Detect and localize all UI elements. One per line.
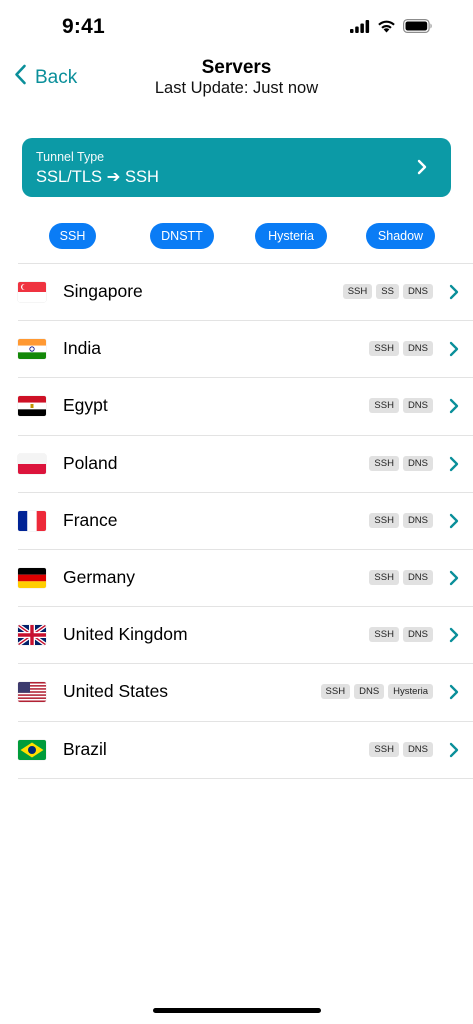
server-list: Singapore SSH SS DNS India SSH DNS Egypt… — [18, 263, 473, 779]
protocol-tag: SSH — [369, 741, 399, 757]
pl-flag-icon — [18, 453, 46, 474]
country-name: United States — [63, 681, 169, 702]
sg-flag-icon — [18, 282, 46, 302]
chevron-right-icon — [449, 284, 459, 305]
chevron-right-icon — [449, 398, 459, 419]
chevron-right-icon — [449, 456, 459, 477]
protocol-tag: SSH — [369, 512, 399, 528]
protocol-tag: DNS — [354, 684, 385, 700]
gb-flag-icon — [18, 625, 46, 646]
cellular-signal-icon — [350, 19, 370, 33]
tunnel-type-value: SSL/TLS ➔ SSH — [36, 168, 159, 186]
server-row-singapore[interactable]: Singapore SSH SS DNS — [18, 264, 473, 322]
protocol-tag: SSH — [369, 455, 399, 471]
chevron-right-icon — [449, 742, 459, 763]
eg-flag-icon — [18, 396, 46, 417]
server-row-india[interactable]: India SSH DNS — [18, 321, 473, 379]
chevron-right-icon — [449, 513, 459, 534]
protocol-tag: DNS — [402, 627, 433, 643]
protocol-tag: SSH — [320, 684, 351, 700]
protocol-tag: SSH — [342, 284, 373, 299]
status-time: 9:41 — [62, 15, 105, 38]
protocol-tag: DNS — [402, 398, 433, 414]
us-flag-icon — [18, 682, 46, 703]
last-update-text: Last Update: Just now — [154, 79, 319, 97]
protocol-tag: DNS — [402, 512, 433, 528]
tunnel-type-selector[interactable]: Tunnel Type SSL/TLS ➔ SSH — [22, 138, 451, 197]
protocol-tag: SS — [376, 284, 399, 299]
de-flag-icon — [18, 567, 46, 588]
filter-dnstt-button[interactable]: DNSTT — [150, 223, 214, 249]
server-row-united-states[interactable]: United States SSH DNS Hysteria — [18, 664, 473, 722]
country-name: Egypt — [63, 395, 108, 416]
protocol-tags: SSH DNS — [369, 512, 433, 528]
country-name: France — [63, 509, 118, 530]
protocol-tag: SSH — [369, 569, 399, 585]
chevron-right-icon — [449, 627, 459, 648]
country-name: Singapore — [63, 281, 143, 301]
status-bar: 9:41 — [0, 0, 473, 56]
chevron-right-icon — [449, 570, 459, 591]
server-row-brazil[interactable]: Brazil SSH DNS — [18, 722, 473, 779]
fr-flag-icon — [18, 510, 46, 531]
filter-hysteria-button[interactable]: Hysteria — [255, 223, 327, 249]
country-name: India — [63, 338, 101, 359]
protocol-tags: SSH DNS — [369, 741, 433, 757]
protocol-tag: DNS — [402, 569, 433, 585]
status-icons — [350, 19, 433, 33]
filter-shadow-button[interactable]: Shadow — [366, 223, 435, 249]
chevron-right-icon — [449, 341, 459, 362]
protocol-tag: DNS — [402, 284, 433, 299]
wifi-icon — [377, 19, 396, 33]
chevron-right-icon — [449, 684, 459, 705]
filter-ssh-button[interactable]: SSH — [49, 223, 96, 249]
in-flag-icon — [18, 339, 46, 360]
country-name: Brazil — [63, 738, 107, 759]
protocol-filters: SSH DNSTT Hysteria Shadow — [0, 223, 473, 250]
navigation-bar: Back Servers Last Update: Just now — [0, 56, 473, 106]
protocol-tag: DNS — [402, 741, 433, 757]
country-name: Germany — [63, 566, 135, 587]
protocol-tag: DNS — [402, 455, 433, 471]
protocol-tag: SSH — [369, 341, 399, 357]
battery-icon — [403, 19, 433, 33]
server-row-germany[interactable]: Germany SSH DNS — [18, 550, 473, 608]
home-indicator[interactable] — [153, 1008, 321, 1013]
protocol-tag: SSH — [369, 627, 399, 643]
br-flag-icon — [18, 739, 46, 760]
protocol-tags: SSH DNS — [369, 569, 433, 585]
server-row-united-kingdom[interactable]: United Kingdom SSH DNS — [18, 607, 473, 665]
server-row-egypt[interactable]: Egypt SSH DNS — [18, 378, 473, 436]
protocol-tag: SSH — [369, 398, 399, 414]
protocol-tag: Hysteria — [388, 684, 433, 700]
country-name: Poland — [63, 452, 118, 473]
protocol-tags: SSH DNS — [369, 341, 433, 357]
page-title: Servers — [201, 57, 272, 78]
protocol-tags: SSH DNS — [369, 398, 433, 414]
server-row-poland[interactable]: Poland SSH DNS — [18, 436, 473, 493]
protocol-tags: SSH DNS — [369, 627, 433, 643]
tunnel-type-label: Tunnel Type — [36, 150, 105, 164]
protocol-tags: SSH DNS — [369, 455, 433, 471]
chevron-right-icon — [417, 159, 427, 180]
protocol-tags: SSH DNS Hysteria — [320, 684, 433, 700]
country-name: United Kingdom — [63, 624, 188, 645]
protocol-tags: SSH SS DNS — [342, 284, 433, 299]
server-row-france[interactable]: France SSH DNS — [18, 493, 473, 550]
protocol-tag: DNS — [402, 341, 433, 357]
